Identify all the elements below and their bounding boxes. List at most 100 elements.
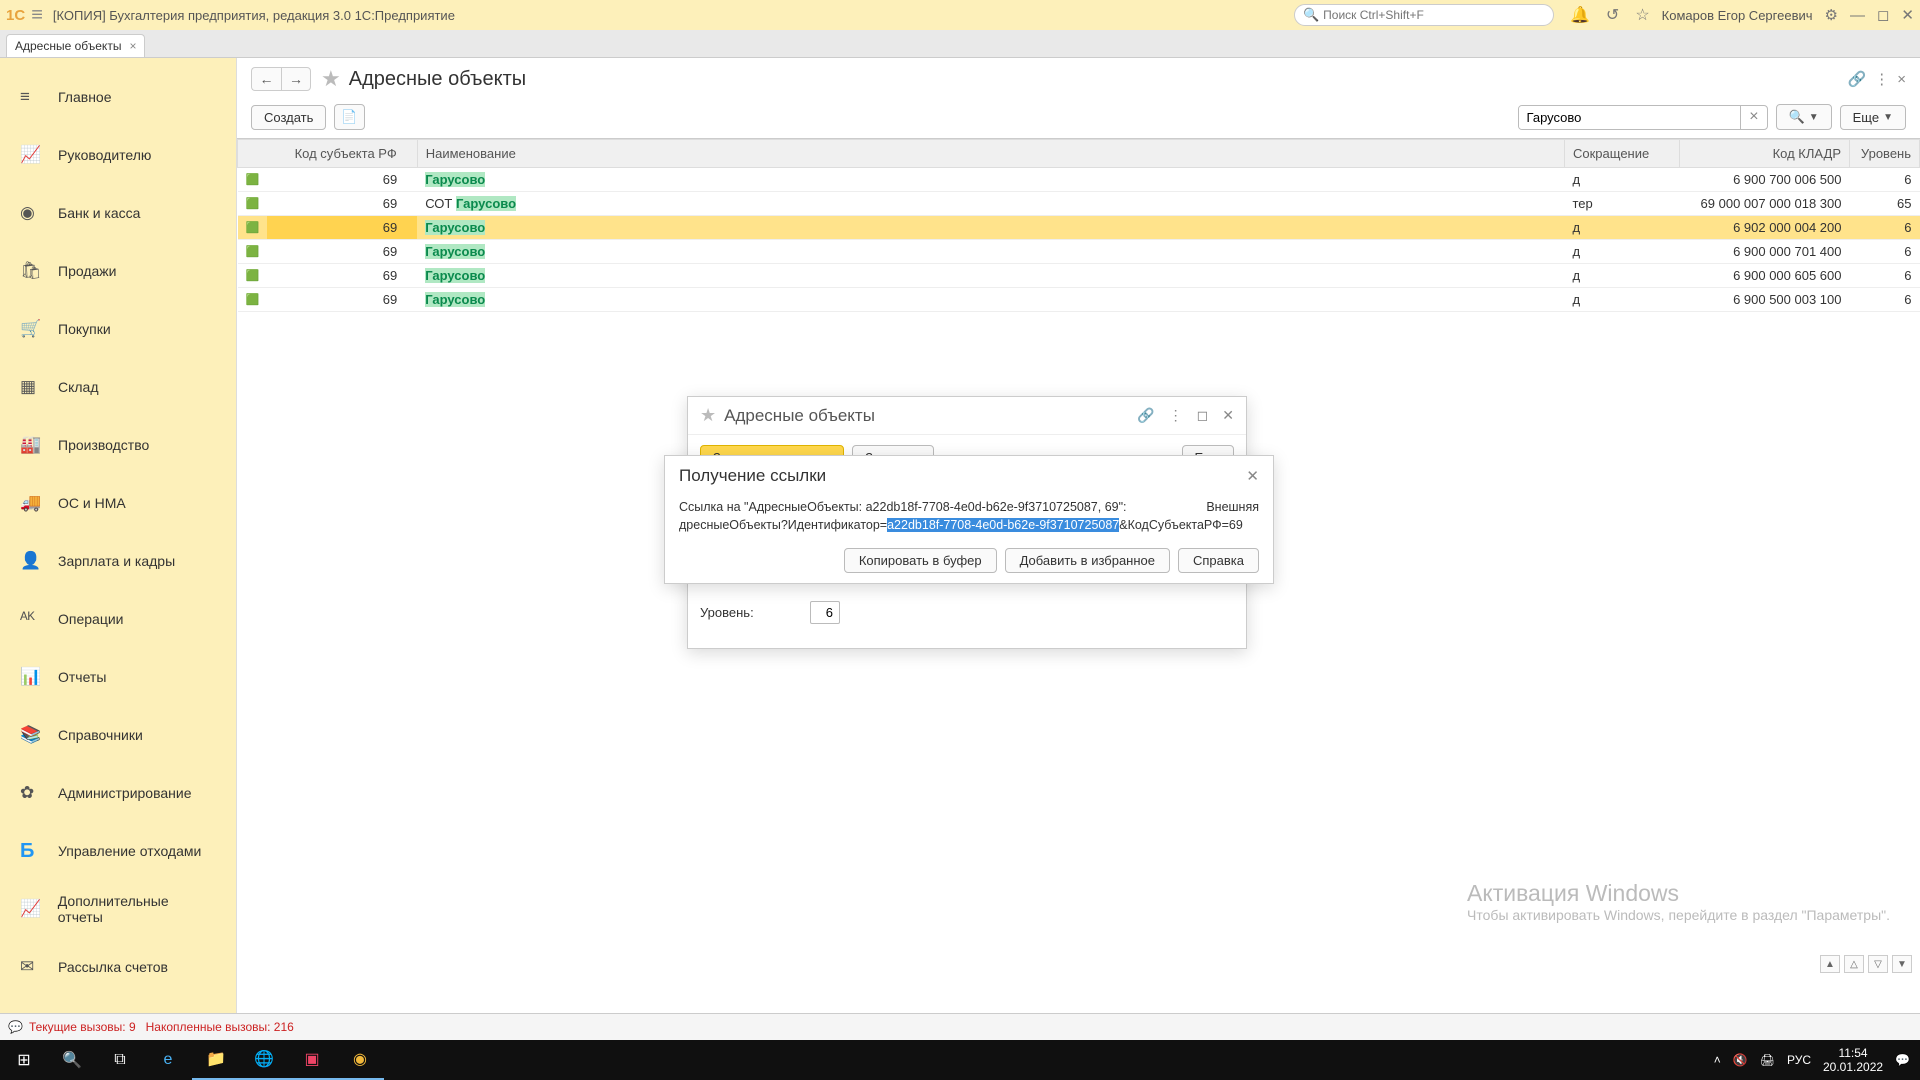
global-search[interactable]: 🔍 (1294, 4, 1554, 26)
col-name[interactable]: Наименование (417, 140, 1564, 168)
cell-name: Гарусово (417, 168, 1564, 192)
tray-lang[interactable]: РУС (1787, 1053, 1811, 1067)
col-abbr[interactable]: Сокращение (1565, 140, 1680, 168)
status-bar: 💬 Текущие вызовы: 9 Накопленные вызовы: … (0, 1013, 1920, 1040)
table-row[interactable]: 🟩69Гарусовод6 900 700 006 5006 (238, 168, 1920, 192)
favorite-star-icon[interactable]: ★ (321, 66, 341, 92)
chart-icon: 📈 (20, 145, 42, 165)
1c-app-icon[interactable]: ◉ (336, 1040, 384, 1080)
sidebar-item-label: Операции (58, 611, 124, 627)
maximize-icon[interactable]: ◻ (1877, 6, 1889, 24)
cell-name: Гарусово (417, 288, 1564, 312)
sidebar-item-main[interactable]: ≡Главное (0, 68, 236, 126)
start-button[interactable]: ⊞ (0, 1040, 48, 1080)
table-row[interactable]: 🟩69Гарусовод6 900 500 003 1006 (238, 288, 1920, 312)
col-code[interactable]: Код субъекта РФ (238, 140, 418, 168)
help-button[interactable]: Справка (1178, 548, 1259, 573)
taskview-button[interactable]: ⧉ (96, 1040, 144, 1080)
col-kladr[interactable]: Код КЛАДР (1680, 140, 1850, 168)
dialog-buttons: Копировать в буфер Добавить в избранное … (665, 542, 1273, 583)
sidebar-item-bank[interactable]: ◉Банк и касса (0, 184, 236, 242)
list-search-input[interactable] (1519, 106, 1741, 129)
cell-abbr: тер (1565, 192, 1680, 216)
sidebar-item-reports[interactable]: 📊Отчеты (0, 648, 236, 706)
explorer-icon[interactable]: 📁 (192, 1040, 240, 1080)
find-button[interactable]: 🔍▼ (1776, 104, 1832, 130)
cell-abbr: д (1565, 216, 1680, 240)
link-icon[interactable]: 🔗 (1848, 70, 1867, 88)
tray-printer-icon[interactable]: 🖨 (1760, 1053, 1775, 1067)
sidebar-item-sales[interactable]: 🛍Продажи (0, 242, 236, 300)
tab-address-objects[interactable]: Адресные объекты × (6, 34, 145, 57)
sidebar-item-operations[interactable]: ᴬᴷОперации (0, 590, 236, 648)
tab-close-icon[interactable]: × (129, 39, 136, 53)
table-row[interactable]: 🟩69СОТ Гарусовотер69 000 007 000 018 300… (238, 192, 1920, 216)
card-maximize-icon[interactable]: ◻ (1197, 407, 1209, 424)
tray-volume-icon[interactable]: 🔇 (1733, 1053, 1748, 1067)
cell-abbr: д (1565, 288, 1680, 312)
copy-button[interactable]: 📄 (334, 104, 364, 130)
star-icon[interactable]: ☆ (1635, 5, 1649, 25)
tray-chevron-icon[interactable]: ˄ (1714, 1053, 1721, 1067)
tray-notifications-icon[interactable]: 💬 (1895, 1053, 1910, 1067)
dialog-close-icon[interactable]: ✕ (1246, 467, 1259, 485)
cell-abbr: д (1565, 168, 1680, 192)
panel-close-icon[interactable]: × (1897, 71, 1906, 88)
create-button[interactable]: Создать (251, 105, 326, 130)
cell-kladr: 6 900 500 003 100 (1680, 288, 1850, 312)
sidebar-item-extra-reports[interactable]: 📈Дополнительные отчеты (0, 880, 236, 938)
card-link-icon[interactable]: 🔗 (1137, 407, 1154, 424)
scroll-top-icon[interactable]: ▲ (1820, 955, 1840, 973)
card-close-icon[interactable]: ✕ (1222, 407, 1234, 424)
tray-clock[interactable]: 11:54 20.01.2022 (1823, 1046, 1883, 1075)
sidebar-item-purchases[interactable]: 🛒Покупки (0, 300, 236, 358)
sidebar-item-admin[interactable]: ✿Администрирование (0, 764, 236, 822)
cell-code: 69 (267, 240, 417, 264)
level-value[interactable]: 6 (810, 601, 840, 624)
cell-level: 6 (1850, 216, 1920, 240)
more-button[interactable]: Еще▼ (1840, 105, 1906, 130)
sidebar-item-warehouse[interactable]: ▦Склад (0, 358, 236, 416)
settings-icon[interactable]: ⚙ (1825, 6, 1838, 24)
add-favorite-button[interactable]: Добавить в избранное (1005, 548, 1170, 573)
col-level[interactable]: Уровень (1850, 140, 1920, 168)
ie-icon[interactable]: e (144, 1040, 192, 1080)
status-info-icon[interactable]: 💬 (8, 1020, 23, 1034)
sidebar-item-mailing[interactable]: ✉Рассылка счетов (0, 938, 236, 996)
search-button[interactable]: 🔍 (48, 1040, 96, 1080)
card-title: Адресные объекты (724, 406, 1137, 426)
clear-search-icon[interactable]: × (1740, 106, 1766, 129)
tab-label: Адресные объекты (15, 39, 121, 53)
card-kebab-icon[interactable]: ⋮ (1169, 407, 1183, 424)
sidebar-item-production[interactable]: 🏭Производство (0, 416, 236, 474)
bell-icon[interactable]: 🔔 (1570, 5, 1590, 25)
global-search-input[interactable] (1323, 8, 1545, 22)
document-tabs: Адресные объекты × (0, 30, 1920, 58)
link-url-field[interactable]: дресныеОбъекты?Идентификатор=a22db18f-77… (679, 518, 1259, 532)
scroll-bottom-icon[interactable]: ▼ (1892, 955, 1912, 973)
menu-icon[interactable]: ≡ (31, 4, 43, 27)
close-icon[interactable]: ✕ (1901, 6, 1914, 24)
sidebar-item-dicts[interactable]: 📚Справочники (0, 706, 236, 764)
chrome-icon[interactable]: 🌐 (240, 1040, 288, 1080)
sidebar-item-manager[interactable]: 📈Руководителю (0, 126, 236, 184)
minimize-icon[interactable]: — (1850, 7, 1865, 24)
scroll-up-icon[interactable]: △ (1844, 955, 1864, 973)
sidebar-item-salary[interactable]: 👤Зарплата и кадры (0, 532, 236, 590)
card-star-icon[interactable]: ★ (700, 405, 716, 426)
history-icon[interactable]: ↺ (1606, 5, 1619, 25)
table-row[interactable]: 🟩69Гарусовод6 900 000 701 4006 (238, 240, 1920, 264)
nav-forward-button[interactable]: → (281, 67, 311, 91)
sidebar-item-assets[interactable]: 🚚ОС и НМА (0, 474, 236, 532)
copy-to-clipboard-button[interactable]: Копировать в буфер (844, 548, 997, 573)
scroll-down-icon[interactable]: ▽ (1868, 955, 1888, 973)
nav-back-button[interactable]: ← (251, 67, 281, 91)
external-link-label[interactable]: Внешняя (1206, 500, 1259, 514)
sidebar-item-waste[interactable]: БУправление отходами (0, 822, 236, 880)
card-header: ★ Адресные объекты 🔗 ⋮ ◻ ✕ (688, 397, 1246, 435)
user-label[interactable]: Комаров Егор Сергеевич (1662, 8, 1813, 23)
table-row[interactable]: 🟩69Гарусовод6 902 000 004 2006 (238, 216, 1920, 240)
kebab-icon[interactable]: ⋮ (1874, 70, 1889, 88)
table-row[interactable]: 🟩69Гарусовод6 900 000 605 6006 (238, 264, 1920, 288)
app1-icon[interactable]: ▣ (288, 1040, 336, 1080)
